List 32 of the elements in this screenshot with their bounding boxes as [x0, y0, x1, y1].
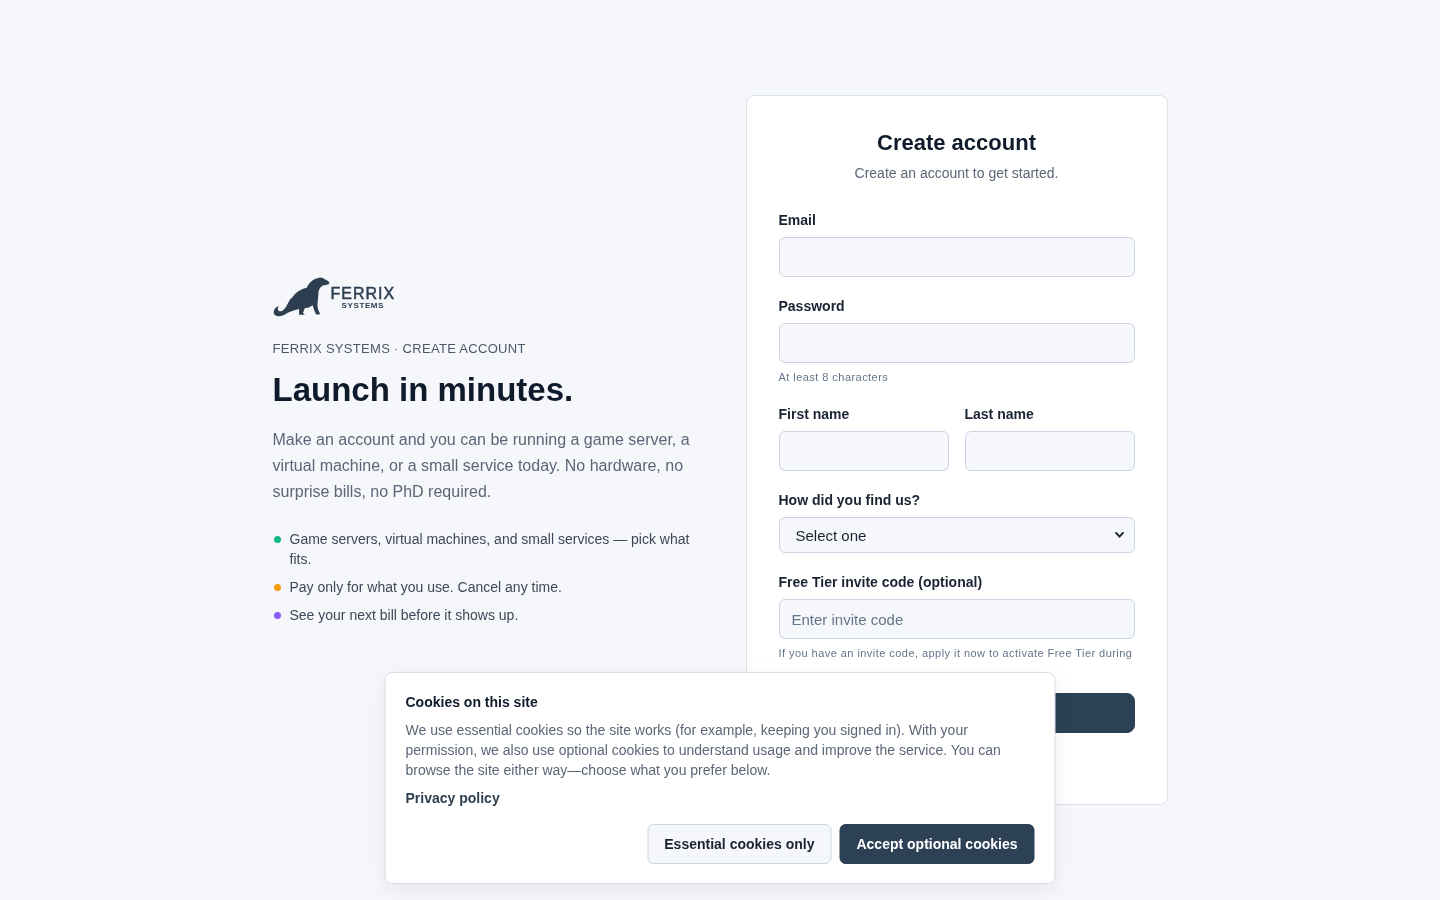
chevron-down-icon — [1114, 532, 1124, 538]
essential-button[interactable]: Essential cookies only — [647, 824, 832, 864]
input-field[interactable] — [778, 323, 1135, 363]
field-label: Password — [778, 297, 846, 316]
banner-title: Cookies on this site — [405, 693, 539, 712]
card-subtitle: Create an account to get started. — [853, 164, 1060, 183]
hint-text: At least 8 characters — [778, 370, 890, 385]
select-field[interactable]: Select one — [778, 517, 1135, 553]
feature-text: Game servers, virtual machines, and small services — pick what fits. — [289, 529, 691, 569]
banner-text: We use essential cookies so the site works (for example, keeping you signed in). With your permission, we also use optional cookies to understand usage and improve the service. You can browse the site either way—choose what you prefer below. — [405, 721, 1002, 780]
card-title: Create account — [876, 129, 1037, 157]
input-field[interactable]: Enter invite code — [778, 599, 1135, 639]
input-field[interactable] — [778, 237, 1135, 277]
intro-text: Make an account and you can be running a game server, a virtual machine, or a small service today. No hardware, no surprise bills, no PhD required. — [272, 429, 691, 502]
page-heading: Launch in minutes. — [272, 369, 575, 410]
feature-text: See your next bill before it shows up. — [289, 605, 519, 625]
eyebrow-text: FERRIX SYSTEMS · CREATE ACCOUNT — [272, 340, 527, 357]
field-label: Last name — [964, 405, 1035, 424]
brand-tagline: SYSTEMS — [341, 300, 385, 311]
field-label: Free Tier invite code (optional) — [778, 573, 984, 592]
accept-button[interactable]: Accept optional cookies — [839, 824, 1035, 864]
submit-button[interactable] — [1054, 693, 1135, 733]
field-label: How did you find us? — [778, 491, 922, 510]
brand-name: FERRIX — [330, 286, 396, 301]
field-label: Email — [778, 211, 817, 230]
feature-text: Pay only for what you use. Cancel any time. — [289, 577, 562, 597]
privacy-link[interactable]: Privacy policy — [405, 788, 500, 808]
input-field[interactable] — [778, 431, 949, 471]
hint-text: If you have an invite code, apply it now to activate Free Tier during — [778, 646, 1134, 661]
field-label: First name — [778, 405, 851, 424]
ferret-icon — [272, 276, 330, 317]
input-field[interactable] — [964, 431, 1135, 471]
